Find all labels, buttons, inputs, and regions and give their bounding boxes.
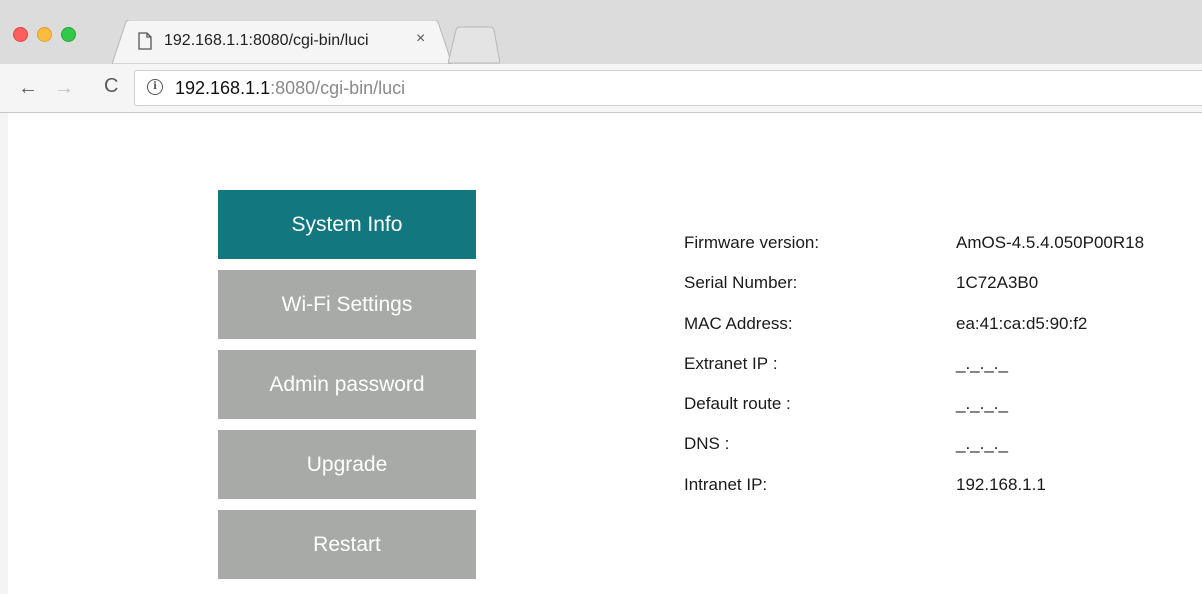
close-window-button[interactable] — [13, 27, 28, 42]
menu-item-system-info[interactable]: System Info — [218, 190, 476, 259]
menu-item-wifi-settings[interactable]: Wi-Fi Settings — [218, 270, 476, 339]
document-icon — [138, 32, 152, 50]
tab-title: 192.168.1.1:8080/cgi-bin/luci — [164, 32, 369, 49]
page-edge-shade — [0, 113, 8, 594]
tab-close-icon[interactable]: × — [416, 30, 425, 48]
info-value: 192.168.1.1 — [956, 474, 1046, 494]
info-icon[interactable]: i — [147, 79, 163, 95]
address-url[interactable]: 192.168.1.1:8080/cgi-bin/luci — [175, 78, 405, 99]
side-menu: System Info Wi-Fi Settings Admin passwor… — [218, 190, 476, 590]
info-label: Serial Number: — [684, 273, 798, 293]
info-value: _._._._ — [956, 434, 1008, 454]
browser-toolbar: ← → C i 192.168.1.1:8080/cgi-bin/luci — [0, 64, 1202, 113]
zoom-window-button[interactable] — [61, 27, 76, 42]
info-label: Default route : — [684, 394, 791, 414]
info-value: _._._._ — [956, 394, 1008, 414]
info-label: Firmware version: — [684, 233, 820, 252]
browser-tab[interactable]: 192.168.1.1:8080/cgi-bin/luci × — [112, 20, 452, 64]
info-label: DNS : — [684, 434, 730, 454]
url-path: :8080/cgi-bin/luci — [270, 78, 406, 98]
back-arrow-icon[interactable]: ← — [18, 76, 38, 100]
menu-item-restart[interactable]: Restart — [218, 510, 476, 579]
info-label: Extranet IP : — [684, 353, 778, 373]
info-label: MAC Address: — [684, 313, 793, 333]
new-tab-button[interactable] — [448, 26, 500, 64]
info-value: 1C72A3B0 — [956, 273, 1039, 293]
browser-tab-bar: 192.168.1.1:8080/cgi-bin/luci × — [0, 0, 1202, 64]
minimize-window-button[interactable] — [37, 27, 52, 42]
info-value: AmOS-4.5.4.050P00R18 — [956, 233, 1145, 252]
forward-arrow-icon[interactable]: → — [54, 76, 74, 100]
menu-item-admin-password[interactable]: Admin password — [218, 350, 476, 419]
info-value: ea:41:ca:d5:90:f2 — [956, 313, 1088, 333]
info-label: Intranet IP: — [684, 474, 768, 494]
menu-item-upgrade[interactable]: Upgrade — [218, 430, 476, 499]
url-host: 192.168.1.1 — [175, 78, 271, 98]
info-value: _._._._ — [956, 353, 1008, 373]
address-bar[interactable]: i 192.168.1.1:8080/cgi-bin/luci — [134, 70, 1202, 106]
page-content: System Info Wi-Fi Settings Admin passwor… — [0, 113, 1202, 594]
reload-icon[interactable]: C — [104, 74, 118, 98]
